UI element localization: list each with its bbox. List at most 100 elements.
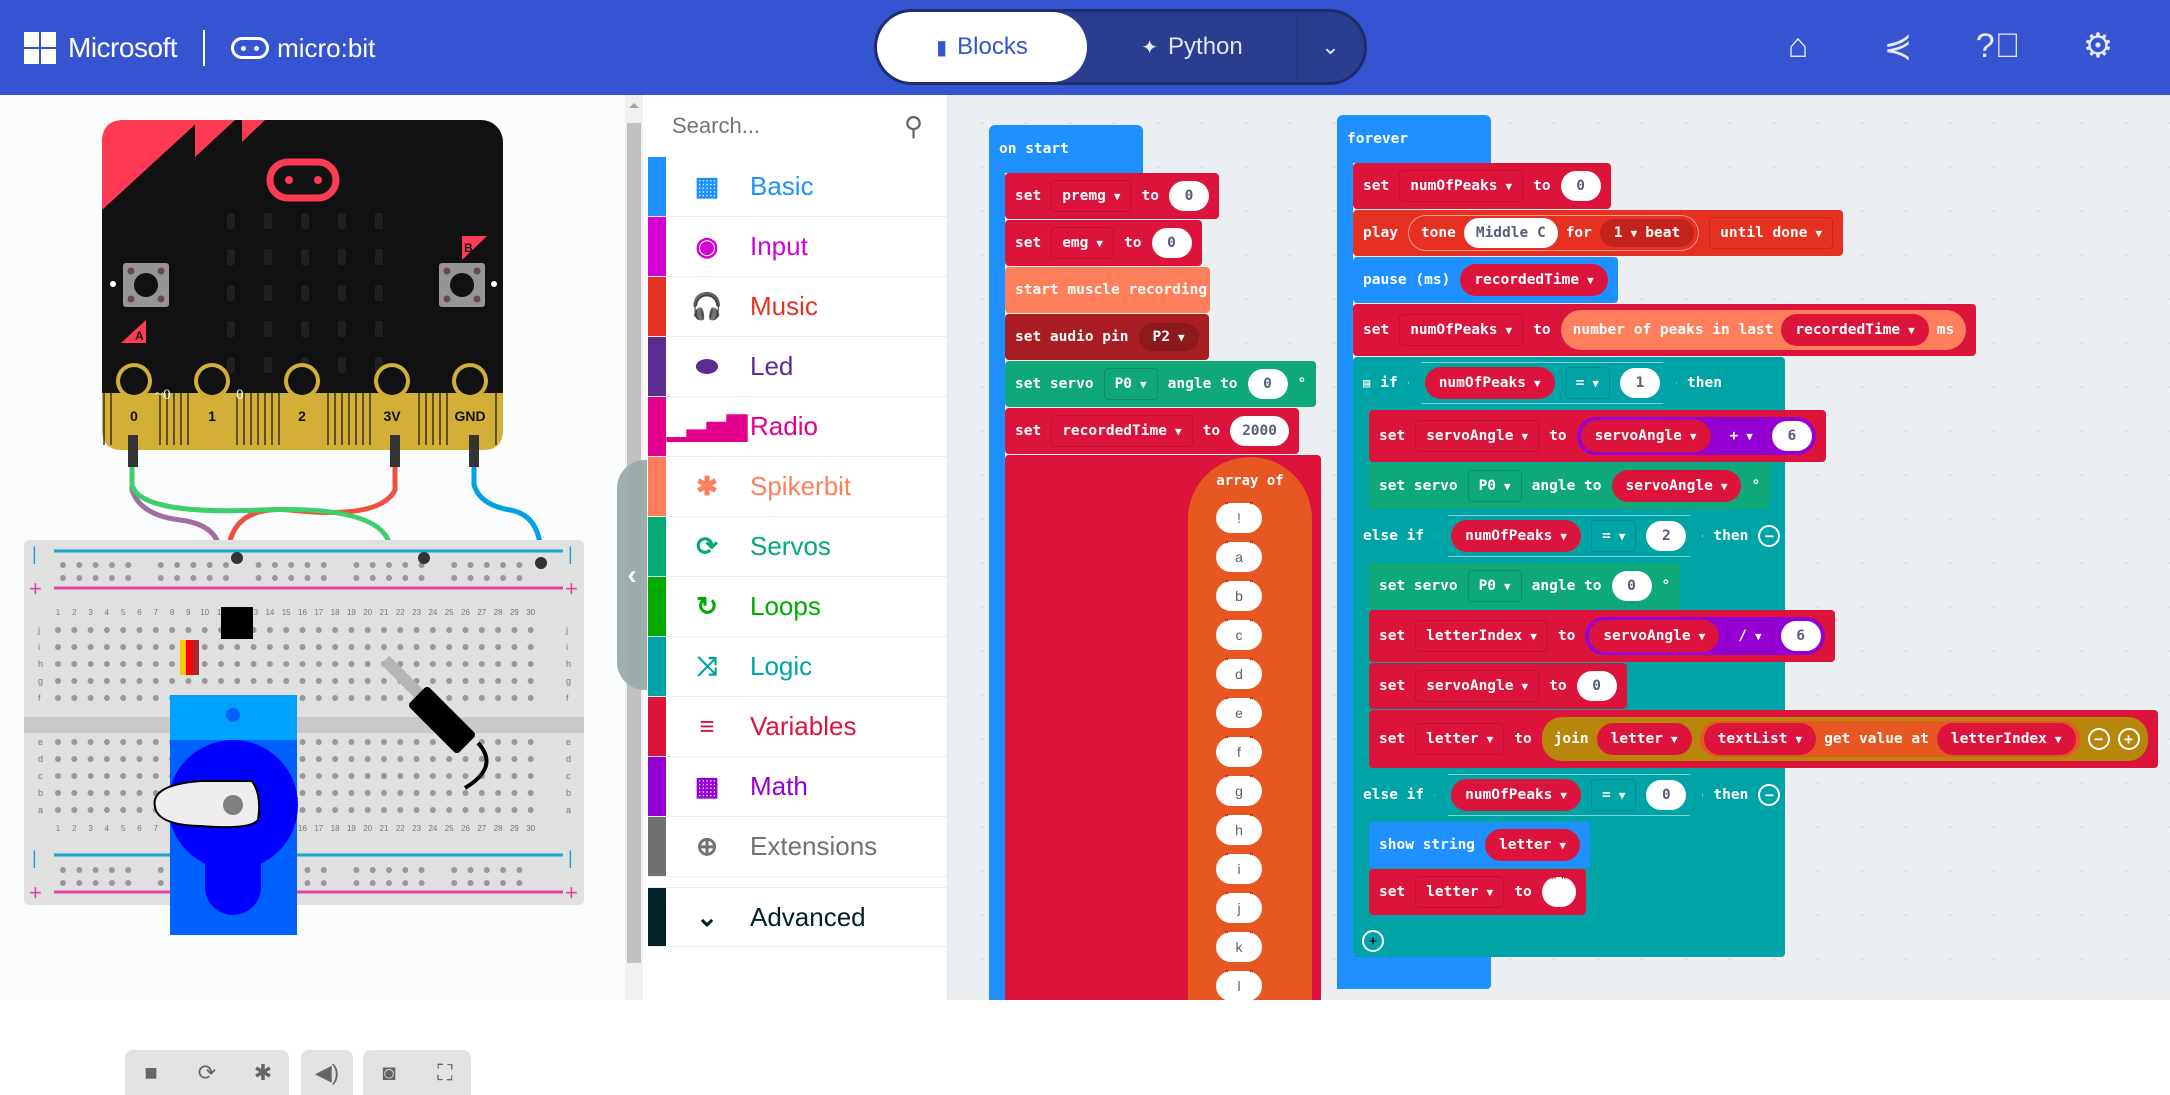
- blocks-workspace[interactable]: on start set premg ▼ to 0 set emg ▼ to 0 s…: [948, 95, 2170, 1000]
- stop-button[interactable]: ■: [137, 1059, 165, 1087]
- set-premg-block[interactable]: set premg ▼ to 0: [1005, 173, 1219, 219]
- set-recordedtime-block[interactable]: set recordedTime ▼ to 2000: [1005, 408, 1299, 454]
- set-servoangle-zero-block[interactable]: set servoAngle ▼ to 0: [1369, 663, 1627, 709]
- number-input[interactable]: 0: [1576, 671, 1617, 701]
- category-input[interactable]: ◉ Input: [648, 217, 947, 277]
- array-item[interactable]: e: [1216, 696, 1262, 728]
- comment-icon[interactable]: ▤: [1363, 376, 1370, 390]
- variable-dropdown[interactable]: letter ▼: [1415, 876, 1505, 908]
- category-variables[interactable]: ≡ Variables: [648, 697, 947, 757]
- variable-reporter[interactable]: letter ▼: [1596, 723, 1692, 755]
- number-input[interactable]: 0: [1247, 369, 1288, 399]
- array-item[interactable]: d: [1216, 657, 1262, 689]
- pin-dropdown[interactable]: P0 ▼: [1103, 368, 1158, 400]
- set-letterindex-block[interactable]: set letterIndex ▼ to servoAngle ▼ / ▼ 6: [1369, 610, 1835, 662]
- category-math[interactable]: ▦ Math: [648, 757, 947, 817]
- category-radio[interactable]: ▁▃▅▇ Radio: [648, 397, 947, 457]
- variable-dropdown[interactable]: servoAngle ▼: [1415, 670, 1540, 702]
- set-servo-angle-block[interactable]: set servo P0 ▼ angle to 0 °: [1005, 361, 1317, 407]
- array-item[interactable]: k: [1216, 930, 1262, 962]
- variable-dropdown[interactable]: numOfPeaks ▼: [1399, 170, 1524, 202]
- restart-button[interactable]: ⟳: [193, 1059, 221, 1087]
- button-b[interactable]: [439, 263, 485, 307]
- set-numofpeaks-block[interactable]: set numOfPeaks ▼ to 0: [1353, 163, 1611, 209]
- array-of-block[interactable]: array of ! abcdefghijkl: [1188, 457, 1312, 1000]
- array-item[interactable]: a: [1216, 540, 1262, 572]
- remove-input-icon[interactable]: −: [2087, 728, 2110, 750]
- number-input[interactable]: 2: [1646, 521, 1686, 551]
- set-letter-empty-block[interactable]: set letter ▼ to: [1369, 869, 1586, 915]
- operator-dropdown[interactable]: / ▼: [1727, 620, 1773, 652]
- array-item[interactable]: b: [1216, 579, 1262, 611]
- microbit-board[interactable]: A B 0 1 2 3V GND ~0 0: [102, 120, 503, 450]
- button-a[interactable]: [123, 263, 169, 307]
- variable-dropdown[interactable]: letterIndex ▼: [1415, 620, 1548, 652]
- category-led[interactable]: ⬬ Led: [648, 337, 947, 397]
- category-music[interactable]: 🎧 Music: [648, 277, 947, 337]
- beat-dropdown[interactable]: 1 ▼ beat: [1599, 219, 1695, 247]
- number-input[interactable]: 6: [1780, 621, 1821, 651]
- number-input[interactable]: 0: [1611, 571, 1652, 601]
- variable-reporter[interactable]: letter ▼: [1485, 829, 1581, 861]
- list-get-expression[interactable]: textList ▼ get value at letterIndex ▼: [1699, 721, 2080, 757]
- set-servo-angle-block[interactable]: set servo P0 ▼ angle to servoAngle ▼ °: [1369, 463, 1771, 509]
- array-item[interactable]: !: [1216, 501, 1262, 533]
- array-item[interactable]: j: [1216, 891, 1262, 923]
- set-numofpeaks-expr-block[interactable]: set numOfPeaks ▼ to number of peaks in la…: [1353, 304, 1977, 356]
- remove-branch-icon[interactable]: −: [1758, 784, 1781, 806]
- math-expression[interactable]: servoAngle ▼ / ▼ 6: [1585, 617, 1825, 655]
- variable-dropdown[interactable]: servoAngle ▼: [1415, 420, 1540, 452]
- number-of-peaks-reporter[interactable]: number of peaks in last recordedTime ▼ ms: [1560, 310, 1967, 350]
- variable-reporter[interactable]: servoAngle ▼: [1580, 420, 1711, 452]
- variable-dropdown[interactable]: premg ▼: [1051, 180, 1132, 212]
- category-servos[interactable]: ⟳ Servos: [648, 517, 947, 577]
- variable-reporter[interactable]: numOfPeaks ▼: [1451, 520, 1581, 552]
- debug-button[interactable]: ✱: [249, 1059, 277, 1087]
- search-icon[interactable]: ⚲: [904, 111, 923, 142]
- array-item[interactable]: l: [1216, 969, 1262, 1000]
- brand[interactable]: Microsoft micro:bit: [24, 30, 375, 66]
- variable-reporter[interactable]: servoAngle ▼: [1589, 620, 1720, 652]
- array-item[interactable]: c: [1216, 618, 1262, 650]
- variable-dropdown[interactable]: recordedTime ▼: [1051, 415, 1193, 447]
- variable-reporter[interactable]: recordedTime ▼: [1781, 314, 1929, 346]
- variable-dropdown[interactable]: numOfPeaks ▼: [1399, 314, 1524, 346]
- array-item[interactable]: f: [1216, 735, 1262, 767]
- search-input[interactable]: [672, 113, 892, 139]
- variable-dropdown[interactable]: letter ▼: [1415, 723, 1505, 755]
- show-string-block[interactable]: show string letter ▼: [1369, 822, 1591, 868]
- share-button[interactable]: ⋞: [1874, 22, 1922, 70]
- set-emg-block[interactable]: set emg ▼ to 0: [1005, 220, 1202, 266]
- add-else-branch-icon[interactable]: +: [1362, 930, 1384, 952]
- compare-expression[interactable]: numOfPeaks ▼ = ▼ 0: [1434, 774, 1703, 816]
- add-input-icon[interactable]: +: [2117, 728, 2140, 750]
- pause-block[interactable]: pause (ms) recordedTime ▼: [1353, 257, 1618, 303]
- number-input[interactable]: 0: [1560, 171, 1601, 201]
- number-input[interactable]: 0: [1168, 181, 1209, 211]
- mute-button[interactable]: ◀): [313, 1059, 341, 1087]
- start-muscle-recording-block[interactable]: start muscle recording: [1005, 267, 1210, 313]
- home-button[interactable]: ⌂: [1774, 22, 1822, 70]
- on-start-block[interactable]: on start: [989, 125, 1143, 173]
- set-servo-angle-block[interactable]: set servo P0 ▼ angle to 0 °: [1369, 563, 1681, 609]
- collapse-simulator-button[interactable]: ‹: [617, 460, 647, 690]
- pin-dropdown[interactable]: P2 ▼: [1138, 323, 1199, 351]
- operator-dropdown[interactable]: = ▼: [1565, 367, 1610, 399]
- variable-dropdown[interactable]: emg ▼: [1051, 227, 1115, 259]
- array-item[interactable]: h: [1216, 813, 1262, 845]
- list-reporter[interactable]: textList ▼: [1703, 723, 1817, 755]
- operator-dropdown[interactable]: = ▼: [1591, 520, 1636, 552]
- screenshot-button[interactable]: ◙: [375, 1059, 403, 1087]
- forever-block[interactable]: forever: [1337, 115, 1491, 163]
- number-input[interactable]: 0: [1646, 780, 1686, 810]
- settings-button[interactable]: ⚙: [2074, 22, 2122, 70]
- remove-branch-icon[interactable]: −: [1758, 525, 1781, 547]
- play-tone-block[interactable]: play tone Middle C for 1 ▼ beat until done…: [1353, 210, 1844, 256]
- variable-reporter[interactable]: recordedTime ▼: [1460, 264, 1608, 296]
- play-mode-dropdown[interactable]: until done ▼: [1709, 217, 1834, 249]
- tone-expression[interactable]: tone Middle C for 1 ▼ beat: [1407, 215, 1700, 251]
- number-input[interactable]: 6: [1771, 421, 1812, 451]
- number-input[interactable]: 2000: [1230, 416, 1289, 446]
- set-letter-join-block[interactable]: set letter ▼ to join letter ▼ textList ▼ ge…: [1369, 710, 2158, 768]
- variable-reporter[interactable]: numOfPeaks ▼: [1425, 367, 1555, 399]
